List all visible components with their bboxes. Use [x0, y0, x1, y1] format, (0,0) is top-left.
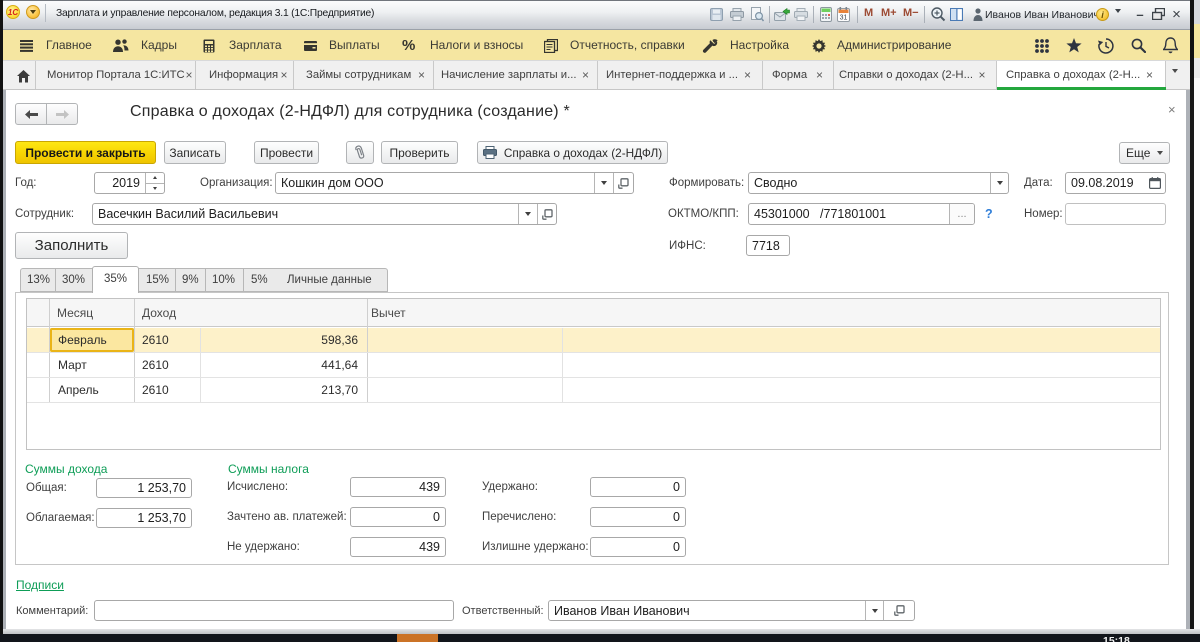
svg-text:31: 31 — [840, 15, 848, 22]
